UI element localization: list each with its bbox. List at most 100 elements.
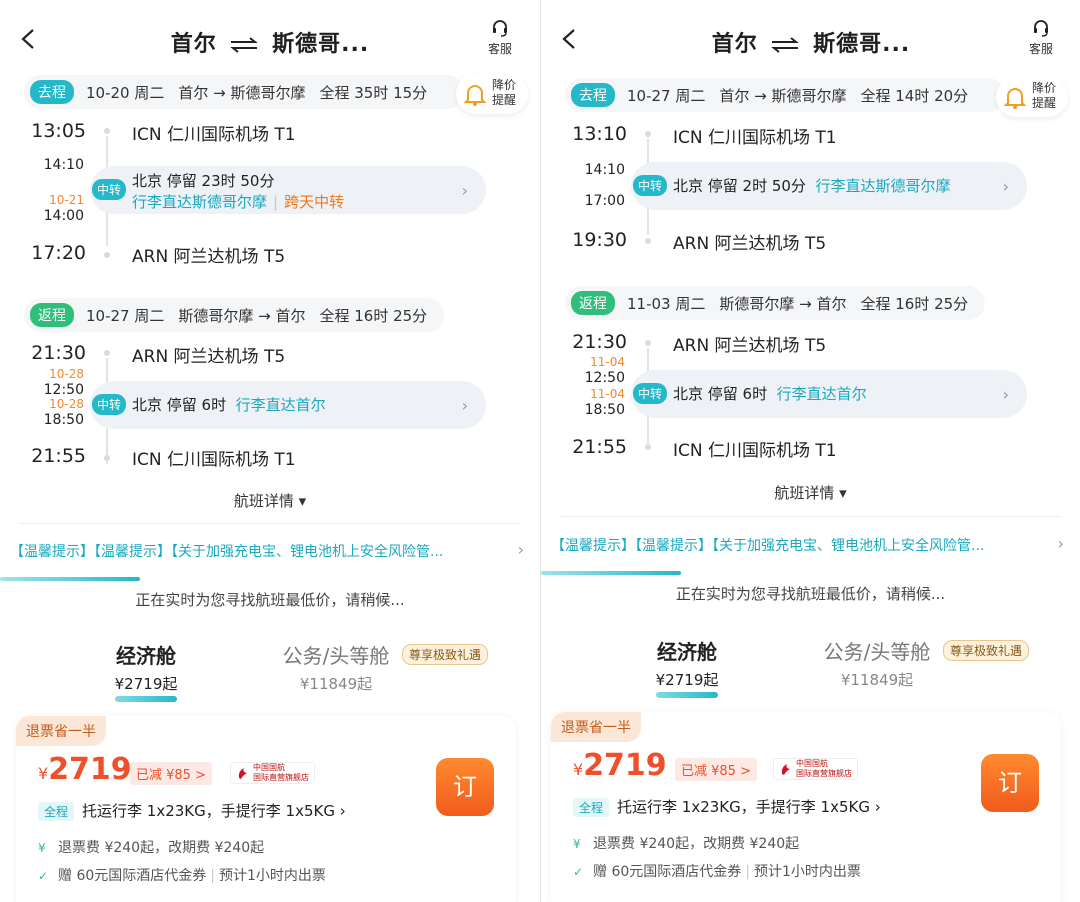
price-alert-button[interactable]: 降价 提醒 (996, 77, 1068, 117)
book-button[interactable]: 订 (436, 758, 494, 816)
tab-economy[interactable]: 经济舱 ¥2719起 (100, 640, 192, 702)
tab-business-first[interactable]: 公务/头等舱 ¥11849起 (272, 640, 400, 694)
flight-details-toggle[interactable]: 航班详情 ▾ (0, 490, 540, 511)
luggage-info[interactable]: 全程 托运行李 1x23KG，手提行李 1x5KG › (38, 800, 346, 821)
vip-badge: 尊享极致礼遇 (943, 640, 1030, 661)
return-arr-time: 21:55 (572, 436, 627, 458)
transfer-badge: 中转 (92, 179, 127, 200)
timeline-dot (645, 238, 651, 244)
perks-row: ✓ 赠 60元国际酒店代金券 | 预计1小时内出票 (38, 868, 326, 884)
outbound-date: 10-20 周二 (86, 83, 165, 102)
outbound-tag: 去程 (30, 80, 74, 104)
tab-business-first[interactable]: 公务/头等舱 ¥11849起 (813, 636, 941, 690)
fare-card[interactable]: 退票省一半 ¥2719 已减 ¥85 > 中国国航 国际直营旗舰店 订 全程 托运行… (551, 712, 1061, 902)
page-title: 首尔 斯德哥... (170, 32, 370, 57)
cabin-tabs: 经济舱 ¥2719起 公务/头等舱 ¥11849起 尊享极致礼遇 (0, 626, 540, 716)
timeline-dot (104, 252, 110, 258)
transfer-stay: 北京 停留 2时 50分 (673, 177, 806, 195)
chevron-right-icon: › (517, 540, 524, 559)
outbound-dep-airport: ICN 仁川国际机场 T1 (673, 128, 837, 148)
cabin-tabs: 经济舱 ¥2719起 公务/头等舱 ¥11849起 尊享极致礼遇 (541, 622, 1080, 712)
book-button[interactable]: 订 (981, 754, 1039, 812)
outbound-stop-arr-time: 14:10 (43, 157, 84, 173)
perks-row: ✓ 赠 60元国际酒店代金券 | 预计1小时内出票 (573, 864, 861, 880)
outbound-arr-time: 17:20 (31, 242, 86, 264)
return-transfer-row[interactable]: 中转 北京 停留 6时 行李直达首尔 › (90, 381, 486, 429)
tab-economy[interactable]: 经济舱 ¥2719起 (641, 636, 733, 698)
price-alert-button[interactable]: 降价 提醒 (456, 74, 528, 114)
air-china-logo-icon (238, 768, 247, 779)
fare-card[interactable]: 退票省一半 ¥2719 已减 ¥85 > 中国国航 国际直营旗舰店 订 全程 托运行… (16, 716, 516, 902)
yen-check-icon: ¥ (38, 841, 46, 855)
flight-panel-left: 首尔 斯德哥... 客服 去程 10-20 周二 首尔 → 斯德哥尔摩 全程 3… (0, 0, 540, 902)
timeline-dot (104, 455, 110, 461)
swap-arrows-icon (230, 37, 259, 53)
refund-policy: ¥ 退票费 ¥240起，改期费 ¥240起 (573, 836, 800, 852)
header: 首尔 斯德哥... 客服 (0, 0, 540, 80)
timeline-dot (104, 128, 110, 134)
luggage-info[interactable]: 全程 托运行李 1x23KG，手提行李 1x5KG › (573, 796, 881, 817)
bell-icon (463, 85, 487, 106)
chevron-right-icon: › (1002, 385, 1009, 404)
flight-details-toggle[interactable]: 航班详情 ▾ (541, 482, 1080, 503)
outbound-summary-bar: 去程 10-20 周二 首尔 → 斯德哥尔摩 全程 35时 15分 (24, 75, 464, 109)
search-status: 正在实时为您寻找航班最低价，请稍候... (675, 585, 946, 603)
yen-check-icon: ¥ (573, 837, 581, 851)
refund-half-badge: 退票省一半 (16, 716, 106, 746)
timeline-dot (645, 340, 651, 346)
timeline-dot (645, 444, 651, 450)
return-duration: 全程 16时 25分 (319, 306, 428, 325)
baggage-through: 行李直达首尔 (776, 385, 867, 403)
customer-service-button[interactable]: 客服 (482, 18, 518, 57)
airline-logo: 中国国航 国际直营旗舰店 (773, 758, 858, 780)
outbound-duration: 全程 14时 20分 (860, 86, 969, 105)
return-date: 10-27 周二 (86, 306, 165, 325)
outbound-arr-airport: ARN 阿兰达机场 T5 (132, 247, 286, 267)
baggage-through: 行李直达斯德哥尔摩 (132, 193, 268, 211)
outbound-stop-arr-time: 14:10 (584, 162, 625, 178)
return-transfer-row[interactable]: 中转 北京 停留 6时 行李直达首尔 › (631, 370, 1027, 418)
return-stop-dep: 11-04 18:50 (584, 387, 625, 418)
return-summary-bar: 返程 10-27 周二 斯德哥尔摩 → 首尔 全程 16时 25分 (24, 298, 444, 332)
search-status: 正在实时为您寻找航班最低价，请稍候... (135, 591, 405, 609)
refund-half-badge: 退票省一半 (551, 712, 641, 742)
search-progress-bar (541, 571, 681, 575)
transfer-badge: 中转 (92, 394, 127, 415)
return-tag: 返程 (571, 291, 615, 315)
timeline-dot (645, 131, 651, 137)
return-dep-airport: ARN 阿兰达机场 T5 (673, 336, 827, 356)
outbound-transfer-row[interactable]: 中转 北京 停留 2时 50分 行李直达斯德哥尔摩 › (631, 162, 1027, 210)
outbound-transfer-row[interactable]: 中转 北京 停留 23时 50分 行李直达斯德哥尔摩 | 跨天中转 › (90, 166, 486, 214)
return-dep-airport: ARN 阿兰达机场 T5 (132, 347, 286, 367)
return-date: 11-03 周二 (627, 294, 706, 313)
outbound-dep-time: 13:10 (572, 123, 627, 145)
bell-icon (1003, 88, 1027, 109)
air-china-logo-icon (781, 764, 790, 775)
return-dep-time: 21:30 (31, 342, 86, 364)
transfer-badge: 中转 (633, 175, 668, 196)
search-progress-bar (0, 577, 140, 581)
selected-underline (115, 696, 177, 702)
safety-notice-link[interactable]: 【温馨提示】【温馨提示】【关于加强充电宝、锂电池机上安全风险管... (10, 541, 510, 561)
headset-icon (1034, 20, 1048, 37)
fare-price: ¥2719 (38, 752, 132, 787)
safety-notice-link[interactable]: 【温馨提示】【温馨提示】【关于加强充电宝、锂电池机上安全风险管... (551, 535, 1050, 555)
discount-badge[interactable]: 已减 ¥85 > (130, 762, 212, 785)
timeline-dot (104, 350, 110, 356)
check-icon: ✓ (38, 869, 49, 883)
header: 首尔 斯德哥... 客服 (541, 0, 1080, 80)
divider (20, 523, 520, 524)
return-duration: 全程 16时 25分 (860, 294, 969, 313)
airline-logo: 中国国航 国际直营旗舰店 (230, 762, 315, 784)
baggage-through: 行李直达斯德哥尔摩 (815, 177, 951, 195)
return-stop-arr: 10-28 12:50 (43, 367, 84, 398)
headset-icon (493, 20, 507, 37)
transfer-stay: 北京 停留 6时 (673, 385, 768, 403)
outbound-dep-airport: ICN 仁川国际机场 T1 (132, 125, 296, 145)
fare-price: ¥2719 (573, 748, 667, 783)
discount-badge[interactable]: 已减 ¥85 > (675, 758, 757, 781)
return-tag: 返程 (30, 303, 74, 327)
outbound-dep-time: 13:05 (31, 120, 86, 142)
customer-service-button[interactable]: 客服 (1023, 18, 1059, 57)
outbound-duration: 全程 35时 15分 (319, 83, 428, 102)
